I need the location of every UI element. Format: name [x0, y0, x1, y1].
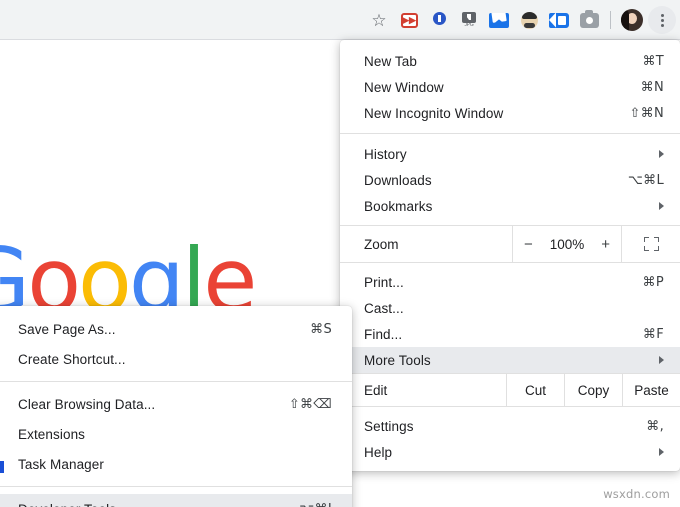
submenu-item-extensions[interactable]: Extensions	[0, 419, 352, 449]
star-glyph: ☆	[371, 10, 387, 30]
submenu-item-developer-tools[interactable]: Developer Tools ⌥⌘I	[0, 494, 352, 507]
menu-item-shortcut: ⌘S	[310, 321, 332, 337]
zoom-level-value: 100%	[549, 236, 585, 252]
menu-item-shortcut: ⌘N	[640, 79, 664, 95]
menu-item-more-tools[interactable]: More Tools	[340, 347, 680, 373]
chrome-menu-button[interactable]	[648, 6, 676, 34]
menu-item-print[interactable]: Print... ⌘P	[340, 269, 680, 295]
menu-item-label: Settings	[364, 418, 414, 434]
menu-item-help[interactable]: Help	[340, 439, 680, 465]
menu-item-label: Extensions	[18, 426, 86, 442]
menu-item-label: Developer Tools	[18, 502, 299, 507]
menu-row-edit: Edit Cut Copy Paste	[340, 373, 680, 407]
fullscreen-button[interactable]	[622, 226, 680, 262]
edit-paste-button[interactable]: Paste	[622, 374, 680, 406]
edit-copy-button[interactable]: Copy	[564, 374, 622, 406]
menu-item-new-incognito-window[interactable]: New Incognito Window ⇧⌘N	[340, 100, 680, 126]
zoom-label: Zoom	[364, 236, 399, 252]
extension-red-forward-icon[interactable]: ▶▶	[395, 6, 423, 34]
chevron-right-icon	[659, 356, 664, 364]
menu-item-find[interactable]: Find... ⌘F	[340, 321, 680, 347]
menu-item-label: History	[364, 146, 407, 162]
edit-label: Edit	[364, 382, 388, 398]
menu-item-settings[interactable]: Settings ⌘,	[340, 413, 680, 439]
menu-item-label: Create Shortcut...	[18, 351, 126, 367]
menu-item-shortcut: ⌥⌘L	[627, 172, 664, 188]
mail-glyph	[489, 12, 509, 28]
menu-item-new-tab[interactable]: New Tab ⌘T	[340, 48, 680, 74]
zoom-controls: − 100% +	[512, 226, 622, 262]
menu-dot	[660, 23, 664, 27]
menu-item-label: Help	[364, 444, 393, 460]
red-forward-glyph: ▶▶	[400, 12, 418, 28]
chevron-right-icon	[659, 448, 664, 456]
menu-item-downloads[interactable]: Downloads ⌥⌘L	[340, 167, 680, 193]
menu-item-shortcut: ⌥⌘I	[299, 502, 332, 507]
extension-jpg-save-icon[interactable]: JPG	[455, 6, 483, 34]
menu-dot	[660, 13, 664, 17]
camera-glyph	[579, 9, 599, 28]
menu-item-label: Bookmarks	[364, 198, 433, 214]
menu-item-shortcut: ⌘F	[642, 326, 664, 342]
toolbar-divider	[610, 11, 611, 29]
menu-item-cast[interactable]: Cast...	[340, 295, 680, 321]
chevron-right-icon	[659, 202, 664, 210]
jpg-label: JPG	[464, 22, 474, 28]
submenu-item-create-shortcut[interactable]: Create Shortcut...	[0, 344, 352, 374]
chrome-main-menu: New Tab ⌘T New Window ⌘N New Incognito W…	[340, 40, 680, 471]
edit-cut-button[interactable]: Cut	[506, 374, 564, 406]
profile-avatar-image	[621, 9, 643, 31]
submenu-item-save-page-as[interactable]: Save Page As... ⌘S	[0, 314, 352, 344]
zoom-out-button[interactable]: −	[517, 237, 539, 252]
jpg-save-glyph: JPG	[462, 12, 477, 28]
menu-dot	[660, 18, 664, 22]
submenu-edge-marker	[0, 461, 4, 473]
submenu-item-clear-browsing-data[interactable]: Clear Browsing Data... ⇧⌘⌫	[0, 389, 352, 419]
menu-item-history[interactable]: History	[340, 141, 680, 167]
menu-item-shortcut: ⌘P	[642, 274, 664, 290]
toolbar-icon-group: ☆ ▶▶ JPG	[365, 0, 676, 40]
menu-item-shortcut: ⇧⌘N	[629, 105, 664, 121]
menu-item-label: Print...	[364, 274, 404, 290]
menu-item-shortcut: ⇧⌘⌫	[288, 396, 332, 412]
bookmark-star-icon[interactable]: ☆	[365, 6, 393, 34]
menu-item-shortcut: ⌘,	[646, 418, 664, 434]
tag-glyph	[549, 12, 569, 28]
menu-item-shortcut: ⌘T	[642, 53, 664, 69]
more-tools-submenu: Save Page As... ⌘S Create Shortcut... Cl…	[0, 306, 352, 507]
zoom-in-button[interactable]: +	[595, 237, 617, 252]
menu-item-label: Clear Browsing Data...	[18, 396, 156, 412]
menu-item-label: New Window	[364, 79, 444, 95]
chevron-right-icon	[659, 150, 664, 158]
menu-row-zoom: Zoom − 100% +	[340, 225, 680, 263]
menu-item-label: Save Page As...	[18, 321, 116, 337]
menu-item-label: Downloads	[364, 172, 432, 188]
submenu-separator	[0, 486, 352, 487]
menu-item-label: Task Manager	[18, 456, 104, 472]
profile-avatar[interactable]	[618, 6, 646, 34]
submenu-item-task-manager[interactable]: Task Manager	[0, 449, 352, 479]
extension-blue-tag-icon[interactable]	[545, 6, 573, 34]
avatar-glyph	[520, 11, 538, 29]
browser-toolbar: ☆ ▶▶ JPG	[0, 0, 680, 40]
watermark: wsxdn.com	[603, 487, 670, 501]
fullscreen-icon	[643, 237, 659, 251]
menu-item-label: New Incognito Window	[364, 105, 504, 121]
menu-item-bookmarks[interactable]: Bookmarks	[340, 193, 680, 219]
menu-item-new-window[interactable]: New Window ⌘N	[340, 74, 680, 100]
menu-item-label: New Tab	[364, 53, 417, 69]
menu-item-label: Find...	[364, 326, 403, 342]
blue-download-glyph	[431, 12, 447, 28]
menu-item-label: More Tools	[364, 352, 431, 368]
extension-blue-download-icon[interactable]	[425, 6, 453, 34]
extension-avatar-icon[interactable]	[515, 6, 543, 34]
extension-mail-icon[interactable]	[485, 6, 513, 34]
submenu-separator	[0, 381, 352, 382]
extension-camera-icon[interactable]	[575, 6, 603, 34]
menu-item-label: Cast...	[364, 300, 404, 316]
menu-separator	[340, 133, 680, 134]
